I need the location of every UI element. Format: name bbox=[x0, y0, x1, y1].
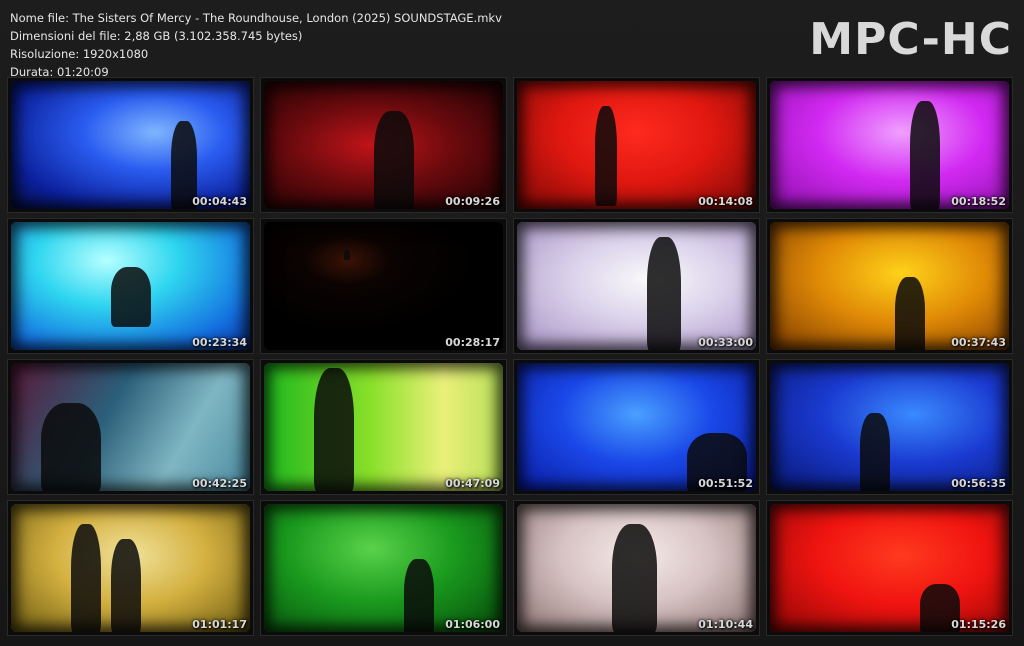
thumbnail-timestamp: 00:23:34 bbox=[192, 336, 247, 349]
performer-silhouette bbox=[344, 250, 350, 260]
thumbnail-timestamp: 00:14:08 bbox=[698, 195, 753, 208]
thumbnail-timestamp: 00:33:00 bbox=[698, 336, 753, 349]
thumbnail-frame-image bbox=[517, 81, 756, 209]
performer-silhouette bbox=[314, 368, 354, 491]
video-thumbnail: 00:37:43 bbox=[766, 218, 1013, 354]
performer-silhouette bbox=[404, 559, 434, 632]
performer-silhouette bbox=[647, 237, 681, 350]
video-thumbnail: 00:56:35 bbox=[766, 359, 1013, 495]
performer-silhouette bbox=[111, 267, 151, 327]
thumbnail-frame-image bbox=[770, 363, 1009, 491]
thumbnail-frame-image bbox=[11, 81, 250, 209]
video-thumbnail: 00:14:08 bbox=[513, 77, 760, 213]
thumbnail-frame-image bbox=[11, 222, 250, 350]
thumbnail-timestamp: 00:04:43 bbox=[192, 195, 247, 208]
video-thumbnail: 00:28:17 bbox=[260, 218, 507, 354]
performer-silhouette bbox=[860, 413, 890, 491]
thumbnail-grid: 00:04:43 00:09:26 00:14:08 00:18:52 00:23:34… bbox=[7, 77, 1013, 636]
performer-silhouette bbox=[374, 111, 414, 209]
thumbnail-frame-image bbox=[770, 222, 1009, 350]
video-thumbnail: 00:47:09 bbox=[260, 359, 507, 495]
thumbnail-frame-image bbox=[11, 363, 250, 491]
file-info-panel: Nome file: The Sisters Of Mercy - The Ro… bbox=[10, 9, 502, 81]
performer-silhouette bbox=[111, 539, 141, 632]
video-thumbnail: 00:33:00 bbox=[513, 218, 760, 354]
file-size-line: Dimensioni del file: 2,88 GB (3.102.358.… bbox=[10, 29, 303, 43]
performer-silhouette bbox=[71, 524, 101, 632]
thumbnail-timestamp: 00:51:52 bbox=[698, 477, 753, 490]
thumbnail-timestamp: 01:01:17 bbox=[192, 618, 247, 631]
thumbnail-frame-image bbox=[517, 222, 756, 350]
video-thumbnail: 01:15:26 bbox=[766, 500, 1013, 636]
thumbnail-timestamp: 00:37:43 bbox=[951, 336, 1006, 349]
thumbnail-frame-image bbox=[264, 363, 503, 491]
performer-silhouette bbox=[910, 101, 940, 209]
thumbnail-frame-image bbox=[264, 504, 503, 632]
file-name-line: Nome file: The Sisters Of Mercy - The Ro… bbox=[10, 11, 502, 25]
thumbnail-timestamp: 01:10:44 bbox=[698, 618, 753, 631]
performer-silhouette bbox=[595, 106, 617, 206]
thumbnail-timestamp: 01:06:00 bbox=[445, 618, 500, 631]
mpc-hc-logo: MPC-HC bbox=[809, 14, 1012, 65]
thumbnail-frame-image bbox=[770, 81, 1009, 209]
video-thumbnail: 01:01:17 bbox=[7, 500, 254, 636]
performer-silhouette bbox=[612, 524, 657, 632]
thumbnail-timestamp: 00:56:35 bbox=[951, 477, 1006, 490]
video-thumbnail: 00:09:26 bbox=[260, 77, 507, 213]
video-thumbnail: 00:23:34 bbox=[7, 218, 254, 354]
resolution-line: Risoluzione: 1920x1080 bbox=[10, 47, 149, 61]
video-thumbnail: 01:10:44 bbox=[513, 500, 760, 636]
thumbnail-frame-image bbox=[264, 222, 503, 350]
thumbnail-timestamp: 00:28:17 bbox=[445, 336, 500, 349]
thumbnail-timestamp: 01:15:26 bbox=[951, 618, 1006, 631]
thumbnail-timestamp: 00:09:26 bbox=[445, 195, 500, 208]
thumbnail-timestamp: 00:42:25 bbox=[192, 477, 247, 490]
thumbnail-frame-image bbox=[770, 504, 1009, 632]
video-thumbnail: 01:06:00 bbox=[260, 500, 507, 636]
thumbnail-frame-image bbox=[264, 81, 503, 209]
thumbnail-timestamp: 00:47:09 bbox=[445, 477, 500, 490]
thumbnail-frame-image bbox=[517, 363, 756, 491]
performer-silhouette bbox=[895, 277, 925, 350]
performer-silhouette bbox=[41, 403, 101, 491]
video-thumbnail: 00:51:52 bbox=[513, 359, 760, 495]
thumbnail-frame-image bbox=[11, 504, 250, 632]
thumbnail-timestamp: 00:18:52 bbox=[951, 195, 1006, 208]
thumbnail-frame-image bbox=[517, 504, 756, 632]
video-thumbnail: 00:04:43 bbox=[7, 77, 254, 213]
video-thumbnail: 00:18:52 bbox=[766, 77, 1013, 213]
video-thumbnail: 00:42:25 bbox=[7, 359, 254, 495]
